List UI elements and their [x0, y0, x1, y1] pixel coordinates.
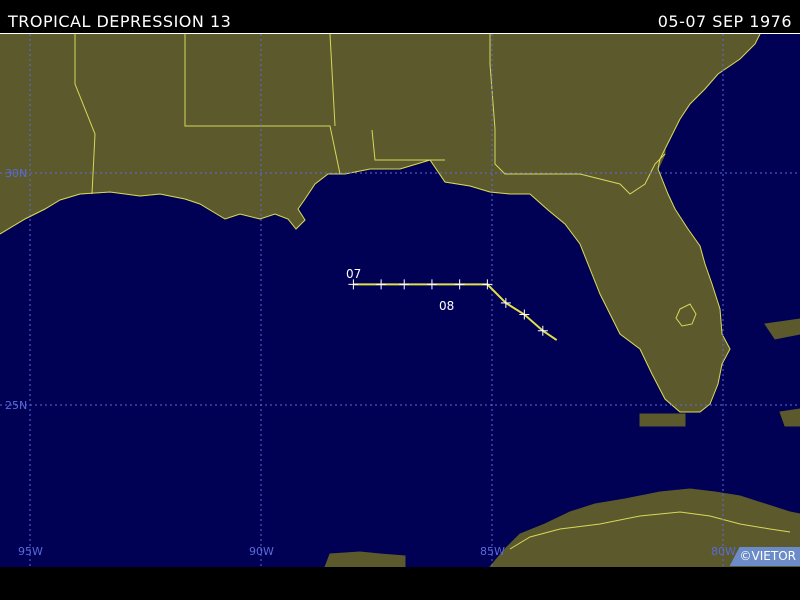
header-bar: TROPICAL DEPRESSION 13 05-07 SEP 1976: [0, 0, 800, 34]
lon-label: 85W: [480, 545, 505, 558]
lon-label: 80W: [711, 545, 736, 558]
day-label-07: 07: [346, 267, 361, 281]
date-range: 05-07 SEP 1976: [657, 12, 792, 31]
footer-bar: [0, 567, 800, 600]
lon-label: 90W: [249, 545, 274, 558]
lon-label: 95W: [18, 545, 43, 558]
storm-title: TROPICAL DEPRESSION 13: [8, 12, 232, 31]
florida-keys: [639, 413, 686, 427]
copyright-badge: ©VIETOR: [729, 547, 800, 566]
lat-label: 25N: [5, 399, 27, 412]
storm-track-map: 30N 25N 95W 90W 85W 80W 07 08: [0, 34, 800, 567]
map-frame: 30N 25N 95W 90W 85W 80W 07 08: [0, 33, 800, 568]
lat-label: 30N: [5, 167, 27, 180]
day-label-08: 08: [439, 299, 454, 313]
